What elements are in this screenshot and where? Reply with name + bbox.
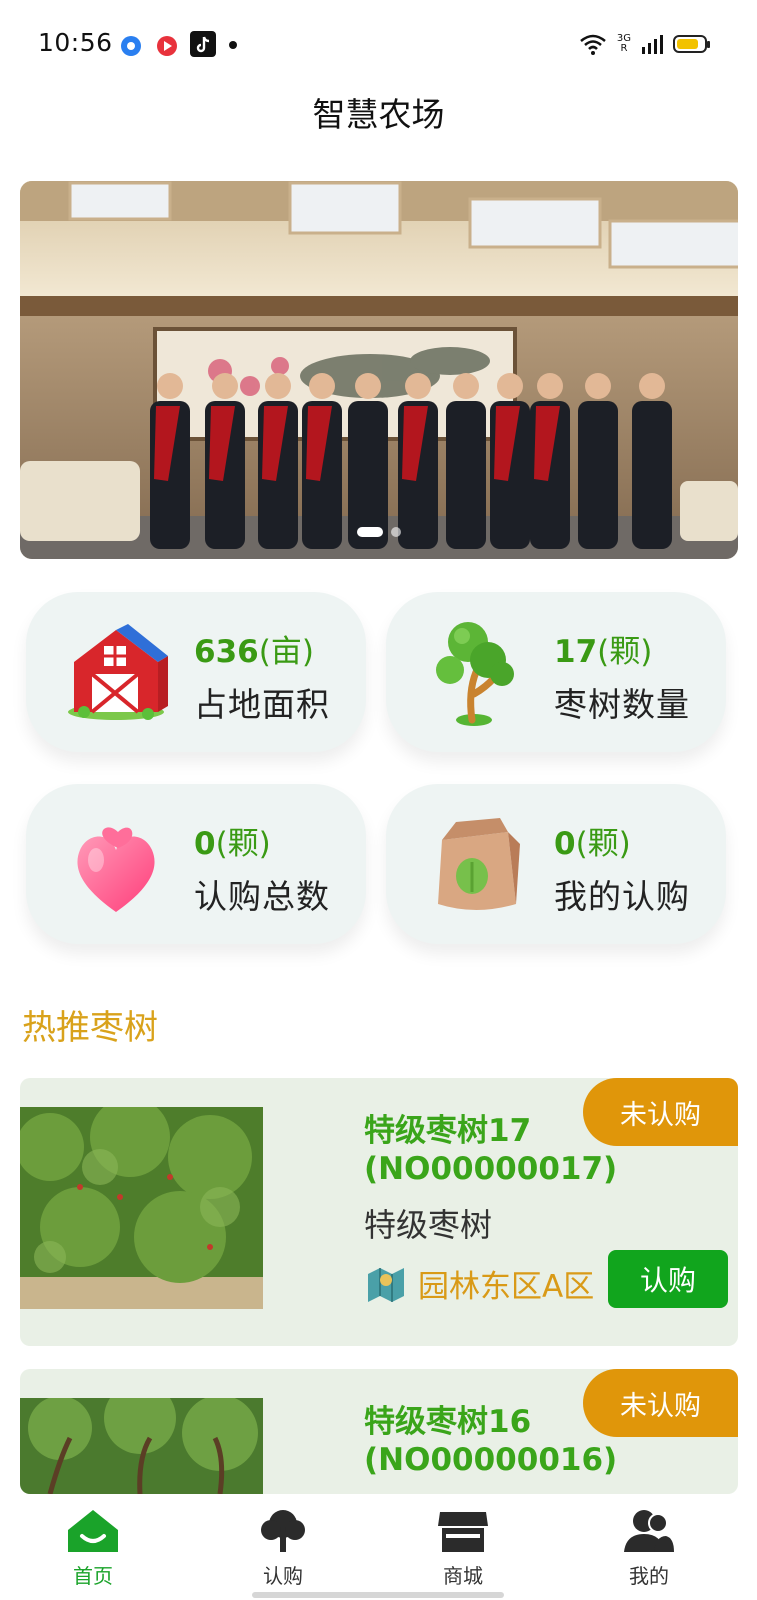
more-dot-icon bbox=[229, 41, 237, 49]
bottom-nav: 首页 认购 商城 我的 bbox=[0, 1494, 757, 1600]
carousel-dot[interactable] bbox=[357, 527, 383, 537]
barn-icon bbox=[68, 624, 168, 720]
status-tag-unsubscribed: 未认购 bbox=[583, 1369, 738, 1437]
tree-location: 园林东区A区 bbox=[364, 1261, 594, 1306]
tiktok-icon bbox=[190, 31, 216, 57]
stat-value: 0(颗) bbox=[194, 826, 271, 862]
stat-card-area[interactable]: 636(亩) 占地面积 bbox=[26, 592, 366, 752]
stat-card-total-subscriptions[interactable]: 0(颗) 认购总数 bbox=[26, 784, 366, 944]
tree-card[interactable]: 特级枣树16 (NO00000016) 未认购 bbox=[20, 1369, 738, 1494]
home-icon bbox=[68, 1510, 118, 1552]
heart-icon bbox=[77, 827, 155, 912]
tree-type: 特级枣树 bbox=[364, 1206, 493, 1244]
tree-name: 特级枣树17 (NO00000017) bbox=[364, 1113, 618, 1187]
tree-icon bbox=[261, 1510, 305, 1552]
music-icon bbox=[157, 36, 177, 56]
nav-item-store[interactable]: 商城 bbox=[408, 1508, 518, 1589]
status-bar: 10:56 3G R bbox=[0, 0, 757, 92]
seed-bag-icon bbox=[438, 818, 520, 910]
tree-icon bbox=[436, 622, 514, 726]
page-title: 智慧农场 bbox=[312, 95, 445, 134]
tree-photo bbox=[20, 1107, 263, 1309]
tree-card[interactable]: 特级枣树17 (NO00000017) 特级枣树 园林东区A区 未认购 认购 bbox=[20, 1078, 738, 1346]
status-tag-unsubscribed: 未认购 bbox=[583, 1078, 738, 1146]
section-title-hot-trees: 热推枣树 bbox=[22, 1008, 158, 1048]
nav-item-home[interactable]: 首页 bbox=[38, 1508, 148, 1589]
browser-icon bbox=[121, 36, 141, 56]
home-indicator bbox=[252, 1592, 504, 1598]
carousel-dot[interactable] bbox=[391, 527, 401, 537]
banner-carousel[interactable] bbox=[20, 181, 738, 559]
carousel-dots[interactable] bbox=[357, 527, 401, 537]
stat-card-my-subscriptions[interactable]: 0(颗) 我的认购 bbox=[386, 784, 726, 944]
store-icon bbox=[438, 1512, 488, 1552]
tree-name: 特级枣树16 (NO00000016) bbox=[364, 1404, 618, 1478]
map-icon bbox=[368, 1267, 404, 1302]
tree-photo bbox=[20, 1398, 263, 1494]
stat-card-tree-count[interactable]: 17(颗) 枣树数量 bbox=[386, 592, 726, 752]
subscribe-button[interactable]: 认购 bbox=[608, 1250, 728, 1308]
stat-value: 636(亩) bbox=[194, 634, 314, 670]
signal-icon bbox=[642, 35, 663, 54]
network-indicator: 3G R bbox=[616, 33, 631, 54]
stat-label: 认购总数 bbox=[194, 877, 330, 916]
user-icon bbox=[624, 1510, 674, 1552]
stat-value: 0(颗) bbox=[554, 826, 631, 862]
stat-label: 我的认购 bbox=[554, 877, 690, 916]
battery-icon bbox=[673, 35, 710, 53]
status-time: 10:56 bbox=[38, 28, 113, 57]
stat-label: 枣树数量 bbox=[554, 685, 690, 724]
stat-value: 17(颗) bbox=[554, 634, 653, 670]
banner-photo bbox=[20, 181, 738, 559]
nav-item-subscribe[interactable]: 认购 bbox=[228, 1508, 338, 1589]
wifi-icon bbox=[580, 34, 606, 55]
stat-label: 占地面积 bbox=[194, 685, 330, 724]
nav-item-mine[interactable]: 我的 bbox=[594, 1508, 704, 1589]
